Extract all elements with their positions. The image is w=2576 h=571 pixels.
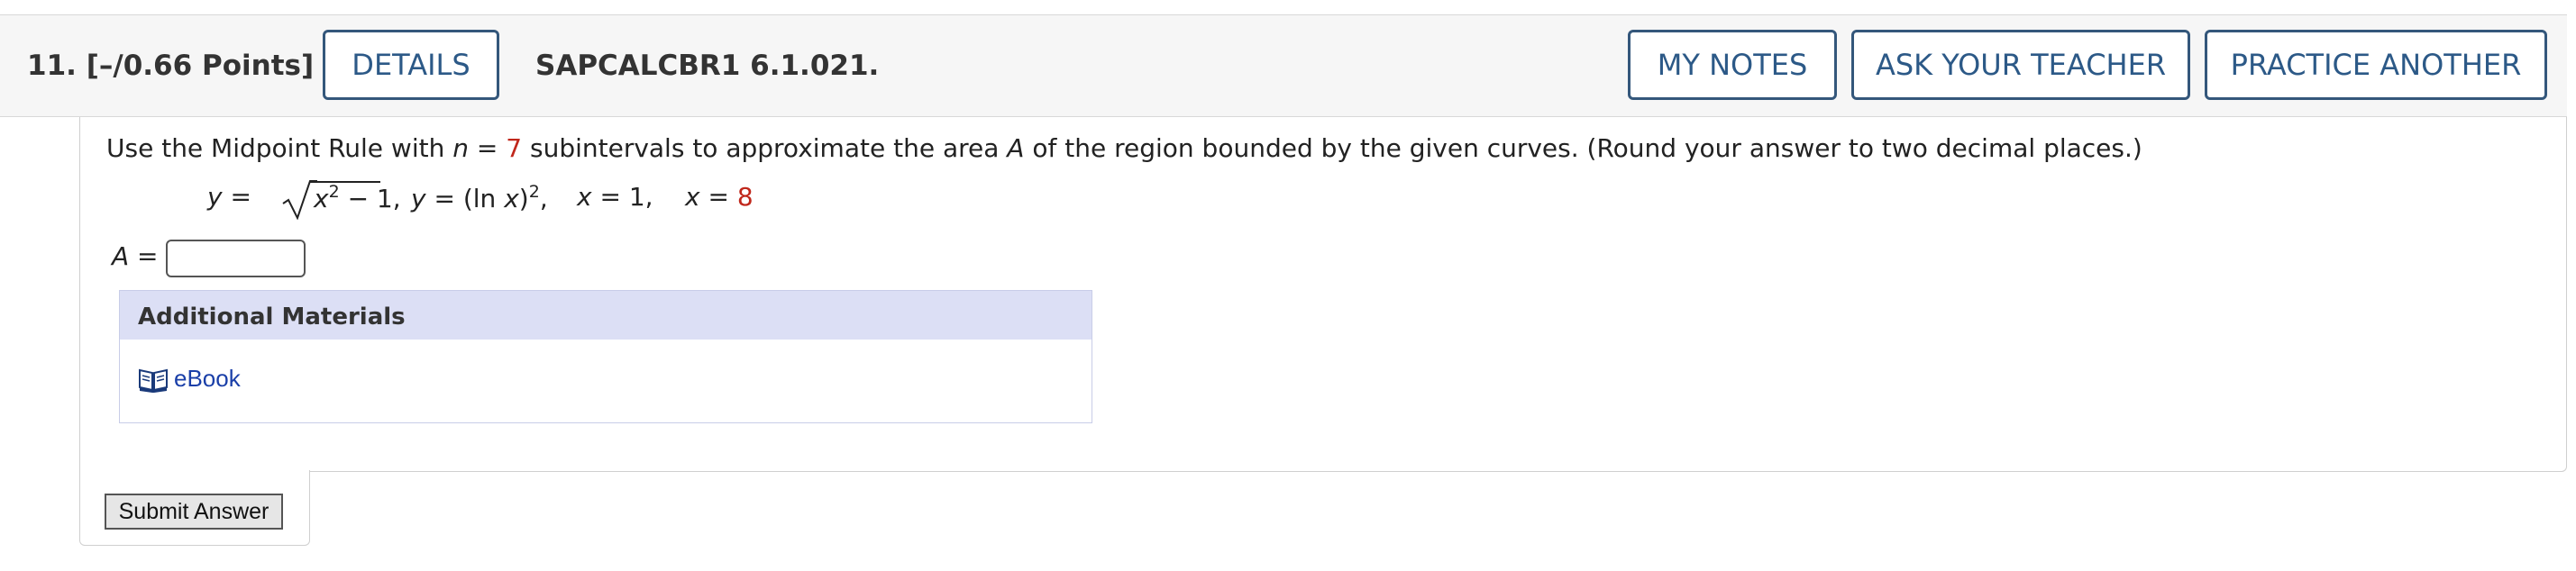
- question-points: [–/0.66 Points]: [86, 50, 315, 82]
- curve2-comma: ,: [539, 184, 548, 213]
- n-value: 7: [506, 133, 523, 163]
- ebook-label[interactable]: eBook: [174, 365, 241, 393]
- my-notes-button[interactable]: MY NOTES: [1628, 30, 1837, 100]
- curve2-x: x: [504, 184, 519, 213]
- equals-sign: =: [468, 133, 507, 163]
- practice-another-button[interactable]: PRACTICE ANOTHER: [2205, 30, 2547, 100]
- n-variable: n: [452, 133, 469, 163]
- prompt-text-start: Use the Midpoint Rule with: [106, 133, 453, 163]
- problem-code: SAPCALCBR1 6.1.021.: [535, 50, 880, 82]
- radical-sign-icon: [282, 180, 317, 220]
- radicand-exponent: 2: [328, 182, 340, 202]
- details-button[interactable]: DETAILS: [323, 30, 499, 100]
- ebook-link[interactable]: eBook: [138, 365, 241, 393]
- submit-tab-join: [80, 467, 309, 473]
- submit-answer-button[interactable]: Submit Answer: [105, 494, 283, 530]
- curve1-comma: ,: [392, 184, 401, 213]
- bound1-x: x: [577, 182, 592, 212]
- additional-materials: Additional Materials eBook: [119, 290, 1092, 423]
- curve2-exponent: 2: [528, 182, 540, 202]
- bound1-value: = 1,: [591, 182, 653, 212]
- curve1-equals: =: [222, 182, 251, 212]
- additional-materials-title: Additional Materials: [138, 304, 406, 331]
- bound1: x = 1,: [577, 182, 653, 212]
- curve2-y: y: [411, 184, 426, 213]
- prompt-text-mid: subintervals to approximate the area: [522, 133, 1008, 163]
- ask-your-teacher-button[interactable]: ASK YOUR TEACHER: [1851, 30, 2190, 100]
- radicand-x: x: [314, 184, 329, 213]
- answer-equals: =: [129, 241, 159, 271]
- curve2-ln: = (ln: [425, 184, 505, 213]
- book-icon: [139, 368, 168, 393]
- curve1-radicand: x2 − 1,: [314, 182, 401, 213]
- question-number: 11. [–/0.66 Points]: [27, 50, 314, 82]
- bound2: x = 8: [685, 182, 754, 212]
- prompt-text-end: of the region bounded by the given curve…: [1024, 133, 2142, 163]
- answer-label: A =: [112, 241, 159, 271]
- curve1-y: y: [207, 182, 223, 212]
- area-variable: A: [1007, 133, 1025, 163]
- additional-materials-header: Additional Materials: [120, 291, 1092, 340]
- bound2-x: x: [685, 182, 700, 212]
- area-answer-input[interactable]: [166, 240, 306, 277]
- question-index: 11.: [27, 50, 77, 82]
- curve2-paren: ): [518, 184, 529, 213]
- answer-var: A: [112, 241, 130, 271]
- curve1-lhs: y =: [207, 182, 251, 212]
- curve2: y = (ln x)2,: [411, 182, 548, 213]
- question-header: 11. [–/0.66 Points] DETAILS SAPCALCBR1 6…: [0, 14, 2567, 117]
- question-prompt: Use the Midpoint Rule with n = 7 subinte…: [106, 133, 2142, 163]
- bound2-value: 8: [736, 182, 754, 212]
- bound2-equals: =: [699, 182, 737, 212]
- radicand-rest: − 1: [339, 184, 393, 213]
